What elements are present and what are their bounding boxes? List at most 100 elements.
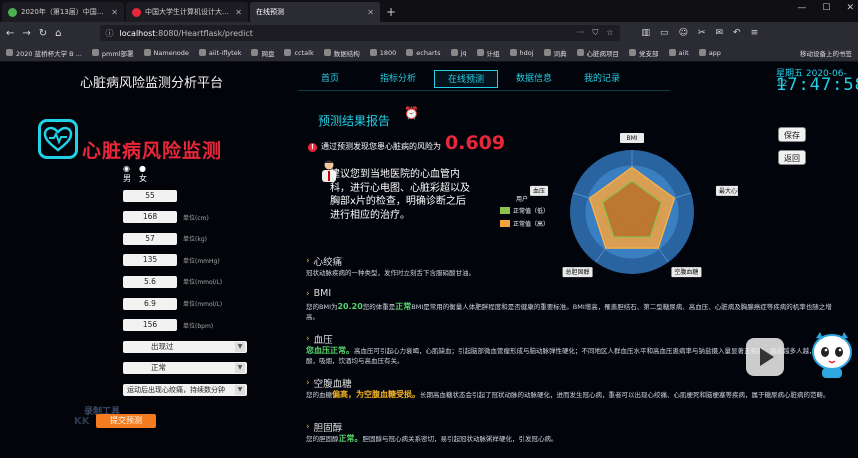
screenshot-icon[interactable]: ✂ — [698, 28, 706, 38]
bookmark-item[interactable]: Namenode — [143, 49, 189, 57]
section-body: 您的胆固醇正常。胆固醇与冠心病关系密切，易引起冠状动脉粥样硬化，引发冠心病。 — [306, 434, 834, 444]
tab-2[interactable]: 中国大学生计算机设计大赛 - ✕ — [126, 2, 248, 22]
nav-item[interactable]: 指标分析 — [366, 70, 430, 88]
bookmark-item[interactable]: hdoj — [509, 48, 534, 57]
chat-icon[interactable]: ✉ — [716, 28, 724, 38]
bookmark-item[interactable]: 心脏病项目 — [576, 48, 619, 58]
chevron-right-icon: › — [306, 422, 310, 432]
bookmark-favicon-icon — [698, 49, 706, 56]
legend-swatch — [500, 220, 510, 227]
field-input[interactable]: 57 — [123, 232, 177, 245]
bookmark-label: 党支部 — [639, 49, 659, 58]
home-icon[interactable]: ⌂ — [55, 28, 61, 39]
section-highlight: 偏高，为空腹血糖受损。 — [332, 390, 420, 399]
bookmark-item[interactable]: aiit-iflytek — [198, 48, 242, 57]
more-icon[interactable]: ··· — [577, 28, 585, 38]
risk-value: 0.609 — [445, 132, 506, 154]
bookmark-item[interactable]: cctalk — [284, 49, 314, 57]
field-input[interactable]: 168 — [123, 211, 177, 224]
info-icon[interactable]: ⓘ — [106, 28, 114, 39]
section-title: 空腹血糖 — [313, 379, 352, 390]
select-dropdown[interactable]: 运动后出现心绞痛，持续数分钟 ▼ — [123, 383, 247, 396]
bookmark-item[interactable]: 网盘 — [251, 48, 274, 58]
bookmark-label: 1800 — [379, 48, 397, 57]
library-icon[interactable]: ▥ — [642, 28, 651, 38]
nav-item[interactable]: 数据信息 — [502, 70, 566, 88]
field-input[interactable]: 135 — [123, 254, 177, 267]
bookmark-star-icon[interactable]: ☆ — [606, 28, 613, 38]
nav-item[interactable]: 在线预测 — [434, 70, 498, 88]
play-button-icon[interactable] — [746, 338, 784, 376]
select-dropdown[interactable]: 出现过 ▼ — [123, 340, 247, 353]
bookmark-favicon-icon — [6, 49, 13, 56]
maximize-icon[interactable]: ☐ — [822, 3, 830, 13]
mobile-bookmarks[interactable]: 移动设备上的书签 — [800, 48, 852, 58]
risk-text: 通过预测发现您患心脏病的风险为 — [321, 142, 441, 151]
field-unit: 单位(mmol/L) — [183, 301, 223, 308]
bookmark-label: app — [708, 48, 721, 57]
section-title: 血压 — [313, 335, 333, 346]
forward-icon[interactable]: → — [22, 28, 30, 39]
field-input[interactable]: 6.9 — [123, 297, 177, 310]
navigation-bar: ← → ↻ ⌂ ⓘ localhost:8080/Heartflask/pred… — [0, 22, 858, 44]
sidebar-icon[interactable]: ▭ — [660, 28, 669, 38]
new-tab-icon[interactable]: + — [386, 2, 396, 22]
bookmark-item[interactable]: 1800 — [369, 48, 397, 57]
menu-icon[interactable]: ≡ — [751, 28, 759, 38]
bookmark-label: 词典 — [553, 49, 567, 58]
minimize-icon[interactable]: — — [797, 3, 806, 13]
close-window-icon[interactable]: ✕ — [846, 3, 854, 13]
gender-male-radio[interactable]: ◉ 男 — [123, 164, 131, 184]
top-navigation: 首页 指标分析 在线预测 数据信息 我的记录 — [298, 70, 638, 88]
gender-female-radio[interactable]: ● 女 — [139, 164, 147, 184]
bookmark-label: hdoj — [519, 48, 534, 57]
section-heading: › BMI — [306, 288, 331, 299]
back-button[interactable]: 返回 — [778, 150, 806, 165]
bookmark-item[interactable]: 计组 — [476, 48, 500, 58]
field-unit: 单位(kg) — [183, 236, 207, 244]
submit-button[interactable]: 提交预测 — [96, 414, 156, 428]
bookmark-label: echarts — [416, 48, 441, 57]
section-pre: 您的血糖 — [306, 391, 332, 399]
save-button[interactable]: 保存 — [778, 127, 806, 142]
bookmark-item[interactable]: 词典 — [543, 48, 567, 58]
bookmark-label: aiit-iflytek — [208, 48, 242, 57]
close-icon[interactable]: ✕ — [111, 8, 118, 17]
bookmark-item[interactable]: aiit — [668, 49, 689, 57]
bookmark-favicon-icon — [198, 49, 206, 56]
bookmark-favicon-icon — [629, 49, 637, 56]
tab-3-active[interactable]: 在线预测 ✕ — [250, 2, 380, 22]
bookmark-item[interactable]: 党支部 — [629, 48, 659, 58]
bookmark-item[interactable]: pmml部署 — [91, 48, 134, 58]
nav-item[interactable]: 首页 — [298, 70, 362, 88]
account-icon[interactable]: ☺ — [679, 28, 688, 38]
section-text: 高血压可引起心力衰竭，心肌缺血；引起脑部微血管瘤形成与脑动脉弹性硬化；不同地区人… — [306, 347, 822, 365]
tab-1[interactable]: 2020年（第13届）中国大学生 ✕ — [2, 2, 124, 22]
nav-item[interactable]: 我的记录 — [570, 70, 634, 88]
field-input[interactable]: 156 — [123, 319, 177, 332]
field-unit: 单位(cm) — [183, 214, 209, 222]
undo-icon[interactable]: ↶ — [733, 28, 741, 38]
legend-label: 正常值（高） — [513, 220, 549, 228]
logo-title: 心脏病风险监测 — [82, 140, 223, 162]
warning-icon: ! — [308, 143, 317, 152]
bookmark-item[interactable]: jq — [450, 49, 467, 57]
bookmark-item[interactable]: app — [698, 48, 721, 57]
url-host: localhost — [119, 28, 156, 38]
close-icon[interactable]: ✕ — [235, 8, 242, 17]
field-input[interactable]: 5.6 — [123, 275, 177, 288]
alarm-icon: ⏰ — [404, 106, 419, 120]
bookmark-item[interactable]: 2020 蓝桥杯大学 B ... — [6, 48, 82, 58]
field-input[interactable]: 55 — [123, 189, 177, 202]
input-panel: 心脏病风险监测分析平台 心脏病风险监测 性别 ◉ 男 ● 女 年龄55身高168… — [0, 62, 292, 458]
bookmark-item[interactable]: echarts — [406, 48, 441, 57]
select-dropdown[interactable]: 正常 ▼ — [123, 362, 247, 375]
reload-icon[interactable]: ↻ — [39, 28, 47, 39]
address-bar[interactable]: ⓘ localhost:8080/Heartflask/predict ··· … — [99, 25, 620, 41]
site-favicon-icon — [8, 7, 17, 17]
pocket-icon[interactable]: ⛉ — [592, 28, 598, 38]
close-icon[interactable]: ✕ — [367, 8, 374, 17]
bookmark-item[interactable]: 数据结构 — [323, 48, 360, 58]
back-icon[interactable]: ← — [6, 28, 14, 39]
section-heading: › 心绞痛 — [306, 254, 342, 268]
